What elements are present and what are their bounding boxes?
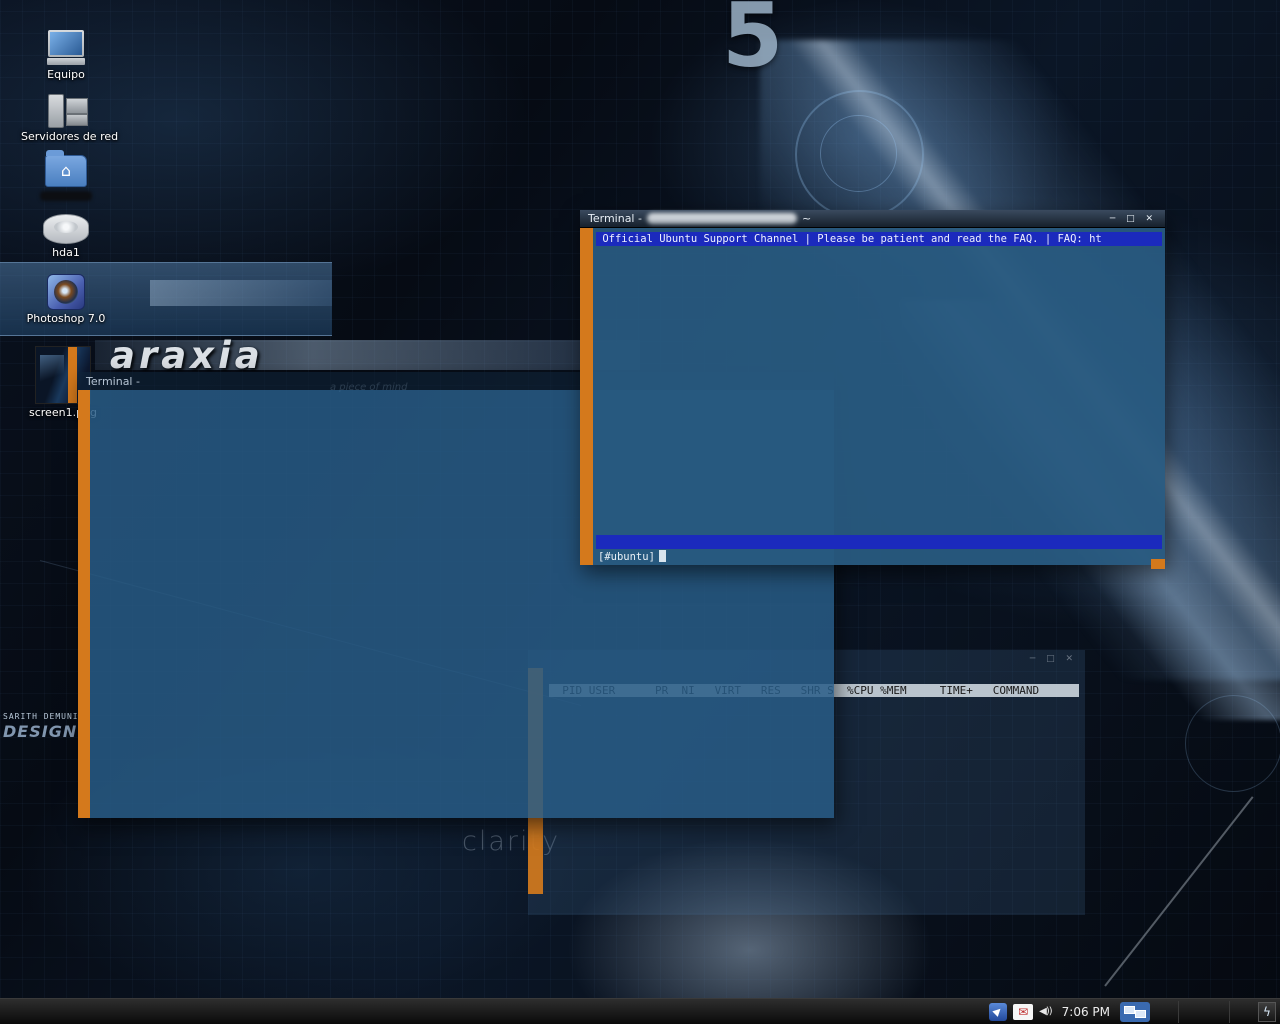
wallpaper-hud-ring-2	[1185, 695, 1280, 792]
irc-input-channel: [#ubuntu]	[598, 551, 655, 563]
wallpaper-araxia-logo: araxia	[110, 334, 264, 377]
desktop: 5 araxia a piece of mind SARITH DEMUNI D…	[0, 0, 1280, 1024]
window-controls-icons[interactable]: ─ □ ✕	[1110, 214, 1157, 224]
desktop-icon-home-folder[interactable]: ⌂	[21, 155, 111, 201]
desktop-icon-label: hda1	[21, 246, 111, 259]
desktop-icon-label: Servidores de red	[21, 130, 111, 143]
irc-topic-bar: Official Ubuntu Support Channel | Please…	[596, 232, 1162, 246]
photoshop-icon	[47, 274, 85, 310]
tray-separator	[1229, 1001, 1230, 1023]
computer-icon	[46, 30, 86, 66]
wallpaper-diagonal-line	[1104, 796, 1253, 986]
irc-window-titlebar[interactable]: Terminal - ~ ─ □ ✕	[580, 210, 1165, 228]
wallpaper-hud-ring-inner	[820, 115, 897, 192]
wallpaper-hud-ring	[795, 90, 924, 219]
desktop-icon-hda1[interactable]: hda1	[21, 214, 111, 259]
home-folder-icon: ⌂	[45, 155, 87, 187]
wallpaper-brand-bar	[95, 340, 640, 370]
irc-window-title-prefix: Terminal -	[588, 212, 642, 225]
irc-status-bar	[596, 535, 1162, 549]
desktop-icon-photoshop[interactable]: Photoshop 7.0	[21, 274, 111, 325]
desktop-icon-servidores[interactable]: Servidores de red	[21, 94, 111, 143]
desktop-icon-label: Photoshop 7.0	[21, 312, 111, 325]
irc-terminal-window[interactable]: Terminal - ~ ─ □ ✕ Official Ubuntu Suppo…	[580, 210, 1165, 565]
irc-input-line[interactable]: [#ubuntu]	[593, 549, 1165, 565]
wallpaper-number-5: 5	[722, 0, 783, 87]
irc-terminal-body[interactable]: Official Ubuntu Support Channel | Please…	[580, 228, 1165, 565]
taskbar: ▶ ✉ ◀)) 7:06 PM ϟ	[0, 998, 1280, 1024]
censored-label	[40, 191, 92, 201]
show-desktop-icon[interactable]: ϟ	[1258, 1002, 1276, 1022]
network-monitor-icon[interactable]	[1120, 1002, 1150, 1022]
mail-notifier-icon[interactable]: ✉	[1013, 1004, 1033, 1020]
window-corner-accent	[1151, 559, 1165, 569]
network-servers-icon	[44, 94, 88, 128]
hard-disk-icon	[43, 214, 89, 244]
irc-chat-lines	[593, 248, 1165, 535]
desktop-icon-equipo[interactable]: Equipo	[21, 30, 111, 81]
tray-separator	[1178, 1001, 1179, 1023]
volume-icon[interactable]: ◀))	[1039, 1006, 1052, 1017]
tray-arrow-icon[interactable]: ▶	[989, 1003, 1007, 1021]
window-controls-icons[interactable]: ─ □ ✕	[1030, 654, 1077, 664]
wallpaper-credit-design: DESIGN	[3, 722, 77, 741]
censored-hostname	[647, 213, 797, 224]
clock[interactable]: 7:06 PM	[1062, 1005, 1110, 1019]
wallpaper-tech-strip	[150, 280, 332, 306]
irc-window-title-suffix: ~	[802, 212, 811, 225]
wallpaper-credit-name: SARITH DEMUNI	[3, 712, 79, 721]
nmap-window-title: Terminal -	[86, 375, 140, 388]
desktop-icon-label: Equipo	[21, 68, 111, 81]
system-tray: ▶ ✉ ◀)) 7:06 PM ϟ	[989, 1001, 1280, 1023]
text-cursor	[659, 550, 666, 562]
